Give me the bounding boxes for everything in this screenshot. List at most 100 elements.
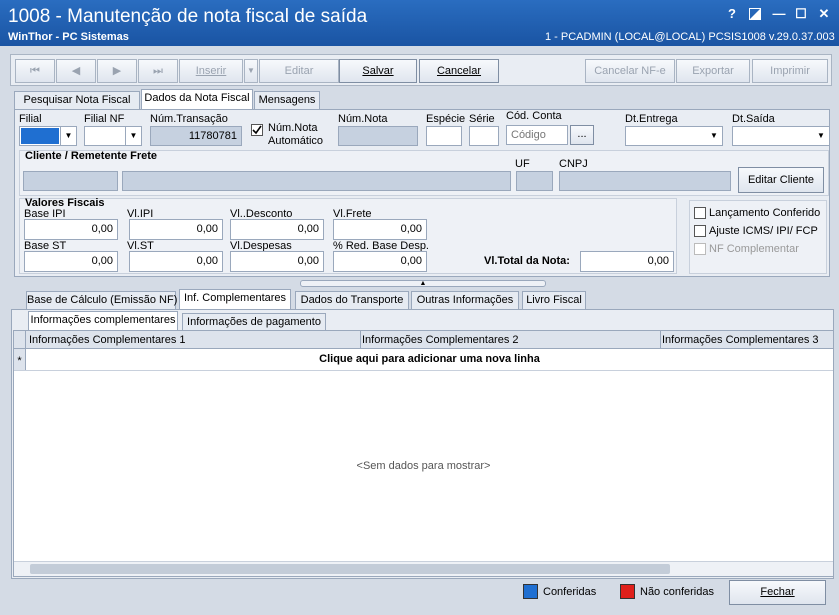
insert-button[interactable]: Inserir <box>179 59 243 83</box>
tab-dados-transporte[interactable]: Dados do Transporte <box>295 291 409 309</box>
especie-field[interactable] <box>426 126 462 146</box>
next-record-button[interactable]: ▶ <box>97 59 137 83</box>
conferidas-label: Conferidas <box>543 586 597 598</box>
cod-conta-label: Cód. Conta <box>506 110 562 122</box>
tab-outras-informacoes[interactable]: Outras Informações <box>411 291 519 309</box>
nf-complementar-label: NF Complementar <box>709 243 799 255</box>
tab-dados-nota[interactable]: Dados da Nota Fiscal <box>141 89 253 109</box>
chevron-up-icon: ▲ <box>419 280 427 287</box>
cancel-label: Cancelar <box>436 65 482 77</box>
close-label: Fechar <box>760 586 795 598</box>
toolbar: ⏮ ◀ ▶ ⏭ Inserir ▼ Editar Salvar Cancelar… <box>10 54 832 86</box>
insert-dropdown-icon[interactable]: ▼ <box>244 59 258 83</box>
tab-inf-complementares[interactable]: Inf. Complementares <box>179 289 291 309</box>
dt-saida-field[interactable]: ▼ <box>732 126 830 146</box>
num-transacao-field[interactable]: 11780781 <box>150 126 242 146</box>
vl-despesas-field[interactable]: 0,00 <box>230 251 324 272</box>
app-name: WinThor - PC Sistemas <box>8 31 129 43</box>
print-button[interactable]: Imprimir <box>752 59 828 83</box>
cnpj-label: CNPJ <box>559 158 588 170</box>
new-row[interactable]: * Clique aqui para adicionar uma nova li… <box>14 349 833 371</box>
close-icon[interactable]: ✕ <box>815 6 833 22</box>
tab-mensagens[interactable]: Mensagens <box>254 91 320 109</box>
tab-info-complementares[interactable]: Informações complementares <box>28 311 178 331</box>
help-icon[interactable]: ? <box>723 6 741 22</box>
filial-label: Filial <box>19 113 42 125</box>
new-row-marker: * <box>14 349 26 370</box>
cod-conta-browse-button[interactable]: ... <box>570 125 594 145</box>
tab-livro-fiscal[interactable]: Livro Fiscal <box>522 291 586 309</box>
close-button[interactable]: Fechar <box>729 580 826 605</box>
first-record-button[interactable]: ⏮ <box>15 59 55 83</box>
check-icon <box>252 125 262 135</box>
horizontal-scrollbar[interactable] <box>14 561 833 576</box>
tab-pesquisar[interactable]: Pesquisar Nota Fiscal <box>14 91 140 109</box>
cnpj-field[interactable] <box>559 171 731 191</box>
info-grid: Informações Complementares 1 Informações… <box>13 330 834 577</box>
column-divider <box>660 331 661 348</box>
uf-field[interactable] <box>516 171 553 191</box>
filial-nf-select[interactable]: ▼ <box>84 126 142 146</box>
window-title: 1008 - Manutenção de nota fiscal de saíd… <box>8 6 368 27</box>
column-header-1[interactable]: Informações Complementares 1 <box>29 334 359 346</box>
vl-ipi-field[interactable]: 0,00 <box>129 219 223 240</box>
num-nota-auto-checkbox[interactable] <box>251 124 263 136</box>
empty-text: <Sem dados para mostrar> <box>356 460 491 472</box>
tab-info-pagamento[interactable]: Informações de pagamento <box>182 313 326 331</box>
conferidas-color-swatch <box>523 584 538 599</box>
new-row-text: Clique aqui para adicionar uma nova linh… <box>319 353 540 365</box>
main-tabs: Pesquisar Nota Fiscal Dados da Nota Fisc… <box>14 89 834 111</box>
lancamento-label: Lançamento Conferido <box>709 207 821 219</box>
cancel-button[interactable]: Cancelar <box>419 59 499 83</box>
ajuste-label: Ajuste ICMS/ IPI/ FCP <box>709 225 818 237</box>
total-field[interactable]: 0,00 <box>580 251 674 272</box>
vl-st-field[interactable]: 0,00 <box>129 251 223 272</box>
nao-conferidas-label: Não conferidas <box>640 586 714 598</box>
splitter-handle[interactable]: ▲ <box>300 280 546 287</box>
edit-button[interactable]: Editar <box>259 59 339 83</box>
filial-select[interactable]: ▼ <box>19 126 77 146</box>
prev-record-button[interactable]: ◀ <box>56 59 96 83</box>
export-button[interactable]: Exportar <box>676 59 750 83</box>
num-nota-field[interactable] <box>338 126 418 146</box>
base-ipi-field[interactable]: 0,00 <box>24 219 118 240</box>
save-button[interactable]: Salvar <box>339 59 417 83</box>
especie-label: Espécie <box>426 113 466 125</box>
num-nota-label: Núm.Nota <box>338 113 388 125</box>
last-record-button[interactable]: ⏭ <box>138 59 178 83</box>
total-label: Vl.Total da Nota: <box>484 255 570 267</box>
num-transacao-label: Núm.Transação <box>150 113 228 125</box>
title-bar: 1008 - Manutenção de nota fiscal de saíd… <box>0 0 839 46</box>
uf-label: UF <box>515 158 530 170</box>
cancel-nfe-button[interactable]: Cancelar NF-e <box>585 59 675 83</box>
chevron-down-icon: ▼ <box>60 127 76 145</box>
ajuste-checkbox[interactable] <box>694 225 706 237</box>
restore-icon[interactable] <box>746 6 764 22</box>
chevron-down-icon: ▼ <box>710 131 718 140</box>
base-st-field[interactable]: 0,00 <box>24 251 118 272</box>
cliente-code-field[interactable] <box>23 171 118 191</box>
tab-base-calculo[interactable]: Base de Cálculo (Emissão NF) <box>26 291 177 309</box>
column-header-3[interactable]: Informações Complementares 3 <box>662 334 832 346</box>
scrollbar-thumb[interactable] <box>30 564 670 574</box>
serie-field[interactable] <box>469 126 499 146</box>
vl-desconto-field[interactable]: 0,00 <box>230 219 324 240</box>
dt-entrega-field[interactable]: ▼ <box>625 126 723 146</box>
nf-complementar-checkbox[interactable] <box>694 243 706 255</box>
minimize-icon[interactable]: — <box>770 6 788 22</box>
dt-entrega-label: Dt.Entrega <box>625 113 678 125</box>
lancamento-checkbox[interactable] <box>694 207 706 219</box>
column-header-2[interactable]: Informações Complementares 2 <box>362 334 660 346</box>
cliente-title: Cliente / Remetente Frete <box>25 150 158 162</box>
user-info: 1 - PCADMIN (LOCAL@LOCAL) PCSIS1008 v.29… <box>545 31 835 43</box>
edit-client-button[interactable]: Editar Cliente <box>738 167 824 193</box>
red-base-field[interactable]: 0,00 <box>333 251 427 272</box>
cliente-name-field[interactable] <box>122 171 511 191</box>
chevron-down-icon: ▼ <box>125 127 141 145</box>
maximize-icon[interactable]: ☐ <box>792 6 810 22</box>
filial-nf-label: Filial NF <box>84 113 125 125</box>
save-label: Salvar <box>362 65 394 77</box>
vl-frete-field[interactable]: 0,00 <box>333 219 427 240</box>
serie-label: Série <box>469 113 495 125</box>
cod-conta-field[interactable]: Código <box>506 125 568 145</box>
